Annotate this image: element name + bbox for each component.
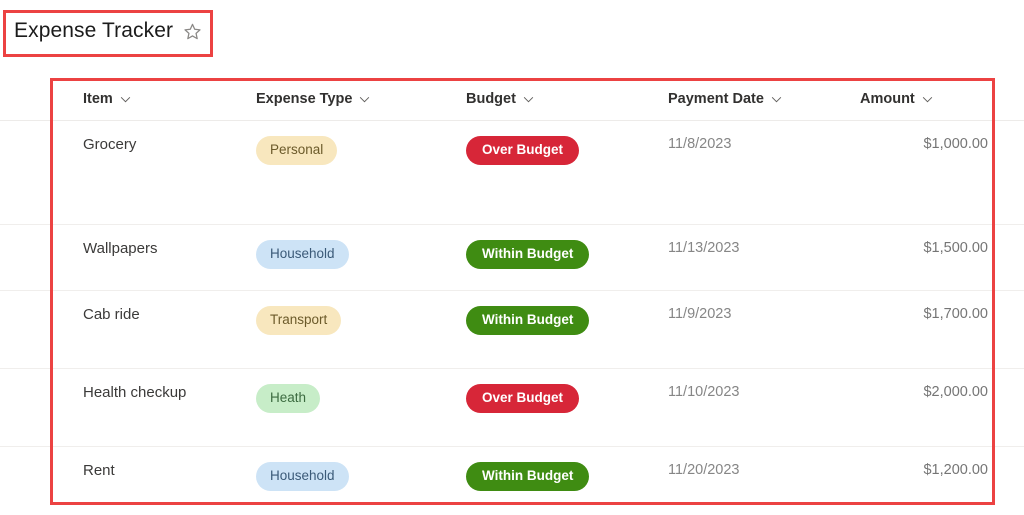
column-header-amount-label: Amount	[860, 91, 915, 107]
cell-item[interactable]: Health checkup	[0, 368, 248, 447]
cell-expense-type[interactable]: Transport	[248, 290, 458, 369]
cell-budget[interactable]: Over Budget	[458, 368, 658, 447]
table-header-row: Item Expense Type Budget Payment Date Am…	[0, 78, 1024, 121]
cell-budget[interactable]: Within Budget	[458, 224, 658, 291]
table-row[interactable]: Grocery Personal Over Budget 11/8/2023 $1,00…	[0, 120, 1024, 225]
star-outline-icon[interactable]	[183, 22, 202, 41]
column-header-payment-date-label: Payment Date	[668, 91, 764, 107]
table-body: Grocery Personal Over Budget 11/8/2023 $1,00…	[0, 120, 1024, 514]
column-header-item-label: Item	[83, 91, 113, 107]
table-row[interactable]: Rent Household Within Budget 11/20/2023 $1,2…	[0, 446, 1024, 514]
column-header-item[interactable]: Item	[0, 78, 248, 121]
table-row[interactable]: Wallpapers Household Within Budget 11/13/20…	[0, 224, 1024, 291]
cell-item[interactable]: Rent	[0, 446, 248, 514]
column-header-expense-type-label: Expense Type	[256, 91, 353, 107]
payment-date: 11/20/2023	[668, 462, 740, 478]
cell-budget[interactable]: Within Budget	[458, 446, 658, 514]
column-header-budget[interactable]: Budget	[458, 78, 658, 121]
payment-date: 11/13/2023	[668, 240, 740, 256]
payment-date: 11/9/2023	[668, 306, 732, 322]
column-header-budget-label: Budget	[466, 91, 516, 107]
column-header-payment-date[interactable]: Payment Date	[658, 78, 838, 121]
column-header-expense-type[interactable]: Expense Type	[248, 78, 458, 121]
page-header: Expense Tracker	[0, 0, 1024, 66]
cell-payment-date[interactable]: 11/13/2023	[658, 224, 838, 291]
table-header: Item Expense Type Budget Payment Date Am…	[0, 78, 1024, 121]
cell-item[interactable]: Cab ride	[0, 290, 248, 369]
item-name: Health checkup	[83, 384, 187, 401]
cell-amount[interactable]: $2,000.00	[838, 368, 1024, 447]
cell-budget[interactable]: Over Budget	[458, 120, 658, 225]
amount-value: $1,000.00	[923, 136, 988, 152]
cell-payment-date[interactable]: 11/10/2023	[658, 368, 838, 447]
cell-payment-date[interactable]: 11/20/2023	[658, 446, 838, 514]
cell-amount[interactable]: $1,200.00	[838, 446, 1024, 514]
budget-status-badge: Within Budget	[466, 306, 590, 335]
item-name: Grocery	[83, 136, 137, 153]
cell-amount[interactable]: $1,500.00	[838, 224, 1024, 291]
chevron-down-icon[interactable]	[771, 96, 782, 103]
chevron-down-icon[interactable]	[120, 96, 131, 103]
cell-amount[interactable]: $1,700.00	[838, 290, 1024, 369]
cell-payment-date[interactable]: 11/8/2023	[658, 120, 838, 225]
table-row[interactable]: Health checkup Heath Over Budget 11/10/2023…	[0, 368, 1024, 447]
expense-type-pill: Household	[256, 240, 349, 269]
payment-date: 11/8/2023	[668, 136, 732, 152]
amount-value: $1,500.00	[923, 240, 988, 256]
expense-type-pill: Personal	[256, 136, 338, 165]
cell-expense-type[interactable]: Household	[248, 446, 458, 514]
cell-budget[interactable]: Within Budget	[458, 290, 658, 369]
chevron-down-icon[interactable]	[359, 96, 370, 103]
expense-table: Item Expense Type Budget Payment Date Am…	[0, 78, 1024, 514]
amount-value: $1,700.00	[923, 306, 988, 322]
cell-payment-date[interactable]: 11/9/2023	[658, 290, 838, 369]
item-name: Wallpapers	[83, 240, 158, 257]
expense-type-pill: Household	[256, 462, 349, 491]
cell-item[interactable]: Wallpapers	[0, 224, 248, 291]
title-row: Expense Tracker	[14, 19, 202, 43]
amount-value: $1,200.00	[923, 462, 988, 478]
budget-status-badge: Over Budget	[466, 136, 580, 165]
expense-type-pill: Heath	[256, 384, 321, 413]
budget-status-badge: Within Budget	[466, 462, 590, 491]
amount-value: $2,000.00	[923, 384, 988, 400]
table-row[interactable]: Cab ride Transport Within Budget 11/9/2023 $…	[0, 290, 1024, 369]
item-name: Rent	[83, 462, 115, 479]
chevron-down-icon[interactable]	[523, 96, 534, 103]
cell-expense-type[interactable]: Heath	[248, 368, 458, 447]
cell-expense-type[interactable]: Household	[248, 224, 458, 291]
column-header-amount[interactable]: Amount	[838, 78, 1024, 121]
item-name: Cab ride	[83, 306, 140, 323]
cell-amount[interactable]: $1,000.00	[838, 120, 1024, 225]
budget-status-badge: Within Budget	[466, 240, 590, 269]
payment-date: 11/10/2023	[668, 384, 740, 400]
chevron-down-icon[interactable]	[922, 96, 933, 103]
budget-status-badge: Over Budget	[466, 384, 580, 413]
expense-type-pill: Transport	[256, 306, 342, 335]
cell-item[interactable]: Grocery	[0, 120, 248, 225]
cell-expense-type[interactable]: Personal	[248, 120, 458, 225]
page-title: Expense Tracker	[14, 19, 174, 42]
